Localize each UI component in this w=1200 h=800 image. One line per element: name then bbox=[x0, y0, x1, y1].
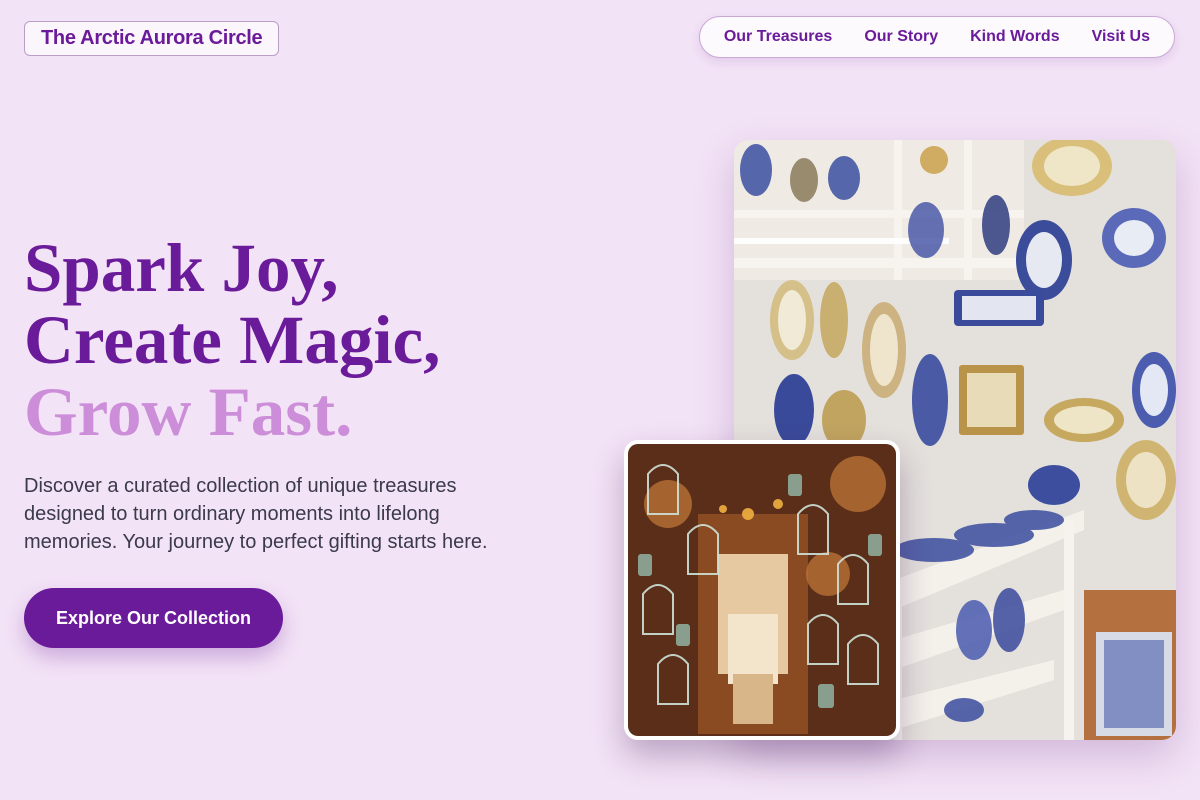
hero-title: Spark Joy, Create Magic, Grow Fast. bbox=[24, 232, 440, 448]
nav-our-treasures[interactable]: Our Treasures bbox=[708, 28, 849, 46]
main-nav: Our Treasures Our Story Kind Words Visit… bbox=[698, 16, 1175, 58]
explore-collection-button[interactable]: Explore Our Collection bbox=[24, 588, 283, 648]
brand-logo[interactable]: The Arctic Aurora Circle bbox=[24, 21, 280, 56]
nav-our-story[interactable]: Our Story bbox=[848, 28, 954, 46]
hero-description: Discover a curated collection of unique … bbox=[24, 475, 488, 553]
nav-visit-us[interactable]: Visit Us bbox=[1076, 28, 1166, 46]
birdcage-lantern-shop-photo bbox=[624, 440, 900, 740]
hero-title-line-2: Create Magic, bbox=[24, 302, 441, 378]
hero-title-line-1: Spark Joy, bbox=[24, 230, 339, 306]
nav-kind-words[interactable]: Kind Words bbox=[954, 28, 1075, 46]
hero-title-line-3: Grow Fast. bbox=[24, 374, 353, 450]
